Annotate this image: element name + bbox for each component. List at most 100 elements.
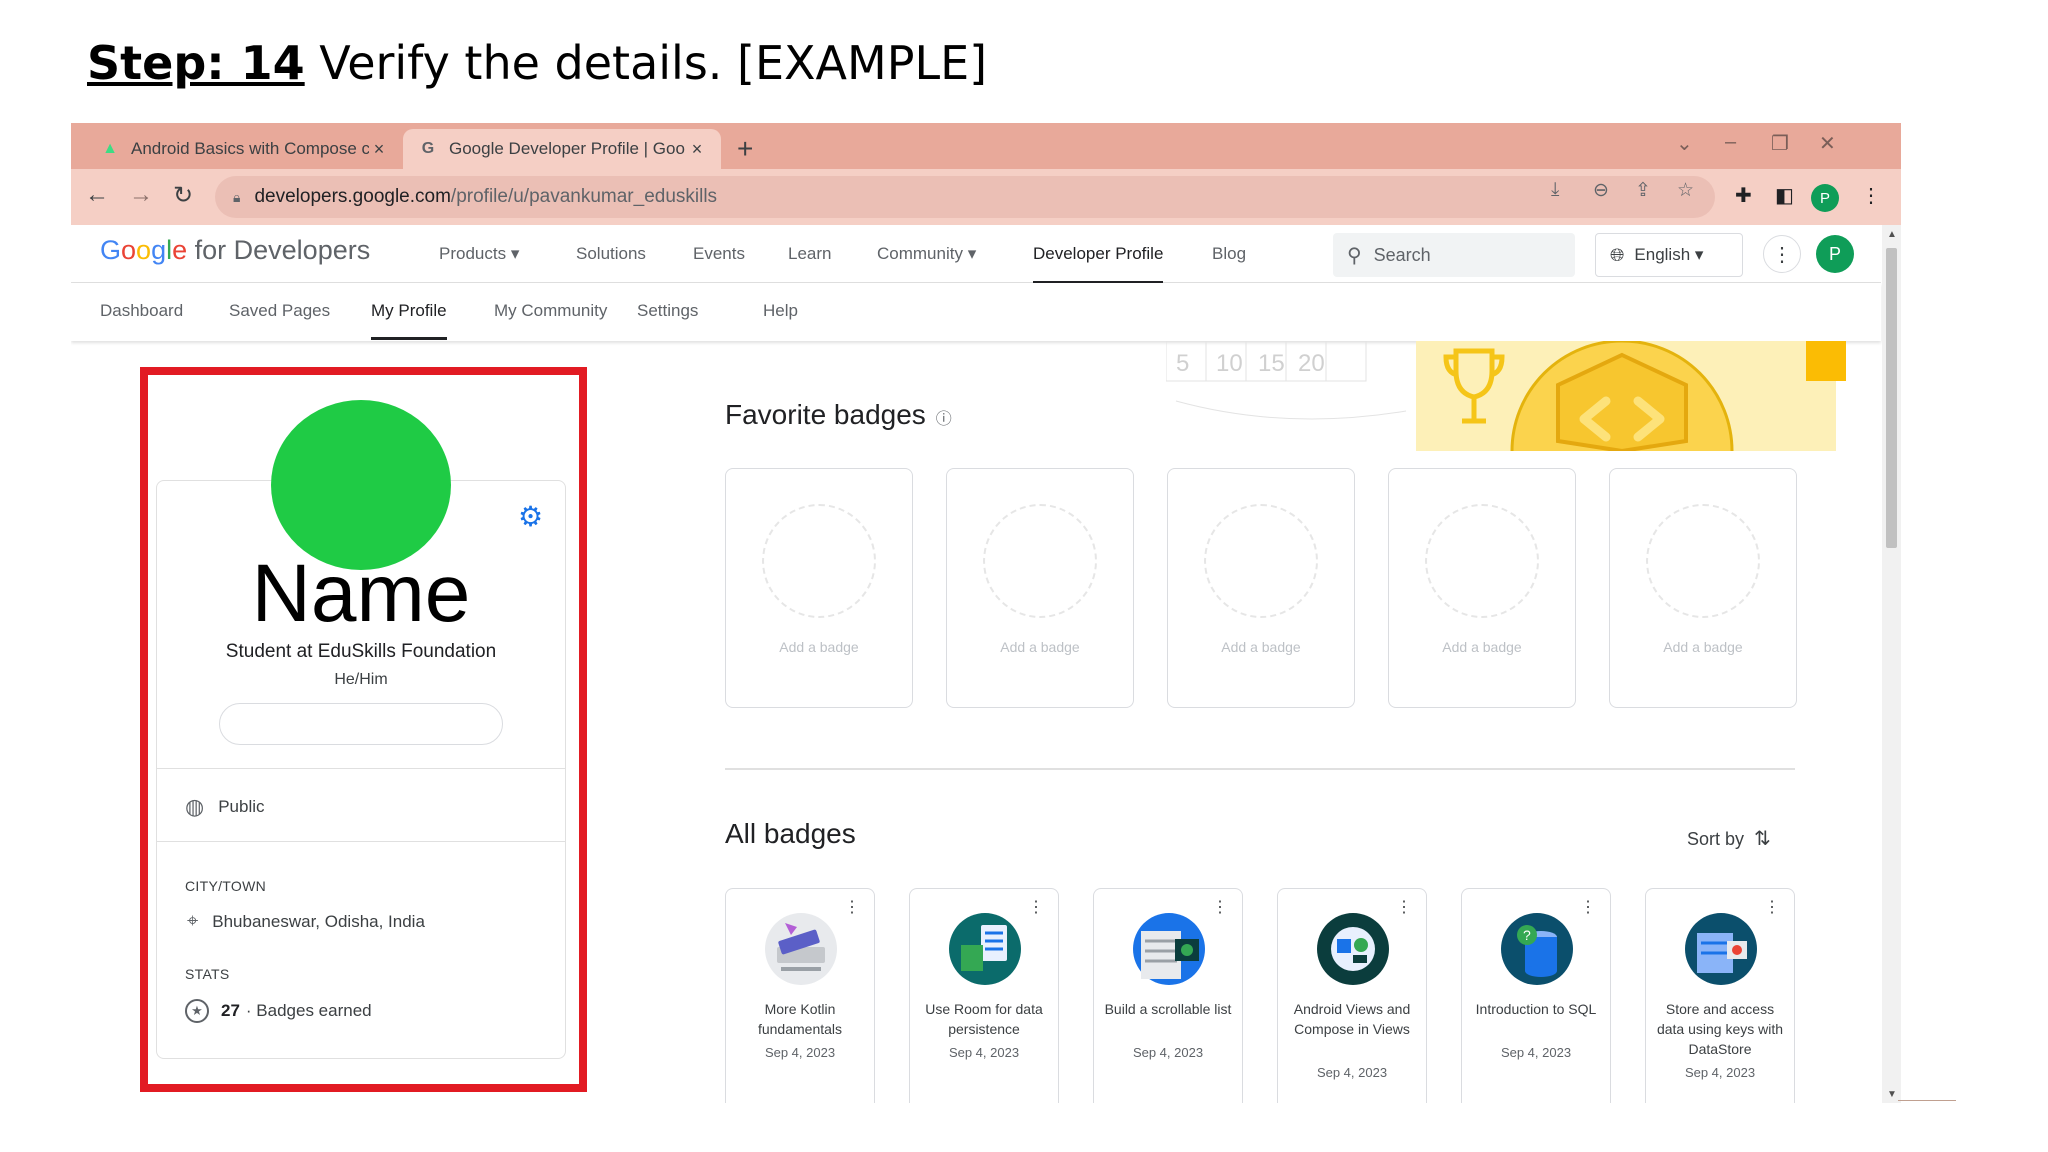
- close-icon[interactable]: ×: [687, 139, 707, 160]
- forward-icon[interactable]: →: [129, 181, 153, 209]
- url-path: /profile/u/pavankumar_eduskills: [450, 186, 718, 207]
- badge-date: Sep 4, 2023: [948, 1045, 1020, 1060]
- step-number: Step: 14: [87, 36, 305, 90]
- badge-card[interactable]: ⋮ Android Views and Compose in Views Sep…: [1277, 888, 1427, 1103]
- badge-menu-icon[interactable]: ⋮: [1580, 897, 1596, 917]
- bookmark-star-icon[interactable]: ☆: [1677, 179, 1694, 202]
- subnav-dashboard[interactable]: Dashboard: [100, 301, 183, 321]
- side-panel-icon[interactable]: ◧: [1775, 183, 1794, 208]
- slide: Step: 14 Verify the details. [EXAMPLE] ▲…: [0, 0, 2048, 1152]
- android-icon: ▲: [102, 140, 118, 157]
- minimize-icon[interactable]: –: [1725, 131, 1736, 154]
- step-description: Verify the details. [EXAMPLE]: [304, 36, 988, 90]
- zoom-icon[interactable]: ⊖: [1593, 179, 1609, 202]
- badge-title: More Kotlin fundamentals: [757, 1001, 843, 1037]
- close-icon[interactable]: ×: [369, 139, 389, 160]
- subnav-my-profile[interactable]: My Profile: [371, 301, 447, 340]
- reload-icon[interactable]: ↻: [173, 181, 193, 210]
- favorite-badge-slot[interactable]: Add a badge: [1388, 468, 1576, 708]
- subnav-saved-pages[interactable]: Saved Pages: [229, 301, 330, 321]
- hero-tick: 5: [1176, 350, 1189, 377]
- site-search-input[interactable]: ⚲ Search: [1333, 233, 1575, 277]
- badge-menu-icon[interactable]: ⋮: [1764, 897, 1780, 917]
- badge-card[interactable]: ⋮ Build a scrollable list Sep 4, 2023: [1093, 888, 1243, 1103]
- badge-card[interactable]: ⋮ Use Room for data persistence Sep 4, 2…: [909, 888, 1059, 1103]
- extensions-icon[interactable]: ✚: [1735, 183, 1752, 208]
- nav-solutions[interactable]: Solutions: [576, 244, 646, 264]
- step-title: Step: 14 Verify the details. [EXAMPLE]: [87, 36, 987, 90]
- badge-card[interactable]: ⋮ ? Introduction to SQL Sep 4, 2023: [1461, 888, 1611, 1103]
- tab-developer-profile[interactable]: G Google Developer Profile | Goo ×: [403, 129, 721, 169]
- globe-icon: 🌐︎: [1610, 244, 1625, 265]
- language-selector[interactable]: 🌐︎ English ▾: [1595, 233, 1743, 277]
- nav-developer-profile[interactable]: Developer Profile: [1033, 244, 1164, 284]
- highlight-box: [140, 367, 587, 1092]
- scrollable-list-badge-icon: [1133, 913, 1205, 985]
- badge-title: Use Room for data persistence: [925, 1001, 1043, 1037]
- favorite-badges-heading: Favorite badges ⓘ: [725, 399, 952, 430]
- subnav-settings[interactable]: Settings: [637, 301, 698, 321]
- new-tab-icon[interactable]: +: [737, 133, 753, 165]
- share-icon[interactable]: ⇪: [1635, 179, 1651, 202]
- badge-placeholder-icon: [1646, 504, 1760, 618]
- badge-title: Build a scrollable list: [1104, 1001, 1232, 1017]
- window-close-icon[interactable]: ✕: [1819, 131, 1836, 156]
- badge-date: Sep 4, 2023: [1316, 1065, 1388, 1080]
- favorite-badge-slot[interactable]: Add a badge: [725, 468, 913, 708]
- badge-date: Sep 4, 2023: [1132, 1045, 1204, 1060]
- active-underline: [371, 337, 447, 340]
- tab-title: Google Developer Profile | Goo: [449, 139, 685, 158]
- tab-android-basics[interactable]: ▲ Android Basics with Compose co ×: [85, 129, 403, 169]
- subnav-help[interactable]: Help: [763, 301, 798, 321]
- scroll-down-icon[interactable]: ▼: [1887, 1089, 1897, 1100]
- tab-strip: ▲ Android Basics with Compose co × G Goo…: [71, 123, 1901, 169]
- back-icon[interactable]: ←: [85, 181, 109, 209]
- browser-profile-avatar[interactable]: P: [1811, 184, 1839, 212]
- hero-tick: 20: [1298, 350, 1325, 377]
- nav-blog[interactable]: Blog: [1212, 244, 1246, 264]
- hero-illustration: 5 10 15 20: [1166, 341, 1846, 451]
- badge-menu-icon[interactable]: ⋮: [1212, 897, 1228, 917]
- scroll-up-icon[interactable]: ▲: [1887, 229, 1897, 240]
- restore-icon[interactable]: ❐: [1771, 131, 1789, 156]
- more-options-icon[interactable]: ⋮: [1763, 235, 1801, 273]
- all-badges-heading: All badges: [725, 818, 856, 849]
- svg-text:?: ?: [1523, 927, 1531, 943]
- badge-date: Sep 4, 2023: [1684, 1065, 1756, 1080]
- favorite-badge-slot[interactable]: Add a badge: [1609, 468, 1797, 708]
- badge-date: Sep 4, 2023: [1500, 1045, 1572, 1060]
- badge-card[interactable]: ⋮ Store and access data using keys with …: [1645, 888, 1795, 1103]
- sort-by-button[interactable]: Sort by ⇅: [1687, 826, 1771, 851]
- address-bar[interactable]: 🔒︎ developers.google.com/profile/u/pavan…: [215, 176, 1715, 218]
- browser-menu-icon[interactable]: ⋮: [1861, 183, 1881, 208]
- sort-icon: ⇅: [1754, 828, 1771, 850]
- google-for-developers-logo[interactable]: Google for Developers: [100, 235, 370, 266]
- scrollbar-thumb[interactable]: [1886, 248, 1897, 548]
- nav-events[interactable]: Events: [693, 244, 745, 264]
- nav-learn[interactable]: Learn: [788, 244, 831, 264]
- site-account-avatar[interactable]: P: [1816, 235, 1854, 273]
- datastore-badge-icon: [1685, 913, 1757, 985]
- install-icon[interactable]: ⤓: [1551, 179, 1559, 201]
- favorite-badge-slot[interactable]: Add a badge: [946, 468, 1134, 708]
- nav-community[interactable]: Community ▾: [877, 244, 976, 264]
- room-badge-icon: [949, 913, 1021, 985]
- tab-title: Android Basics with Compose co: [131, 139, 369, 158]
- favorite-badge-slot[interactable]: Add a badge: [1167, 468, 1355, 708]
- badge-date: Sep 4, 2023: [764, 1045, 836, 1060]
- kotlin-badge-icon: [765, 913, 837, 985]
- badge-menu-icon[interactable]: ⋮: [1396, 897, 1412, 917]
- badge-placeholder-icon: [983, 504, 1097, 618]
- nav-products[interactable]: Products ▾: [439, 244, 519, 264]
- google-g-icon: G: [421, 140, 435, 157]
- badge-card[interactable]: ⋮ More Kotlin fundamentals Sep 4, 2023: [725, 888, 875, 1103]
- badge-menu-icon[interactable]: ⋮: [844, 897, 860, 917]
- section-divider: [725, 768, 1795, 770]
- info-icon[interactable]: ⓘ: [936, 411, 952, 428]
- badge-title: Android Views and Compose in Views: [1293, 1001, 1411, 1037]
- tab-search-icon[interactable]: ⌄: [1676, 131, 1693, 156]
- dropdown-arrow-icon: ▾: [967, 244, 977, 263]
- badge-placeholder-icon: [762, 504, 876, 618]
- badge-menu-icon[interactable]: ⋮: [1028, 897, 1044, 917]
- subnav-my-community[interactable]: My Community: [494, 301, 607, 321]
